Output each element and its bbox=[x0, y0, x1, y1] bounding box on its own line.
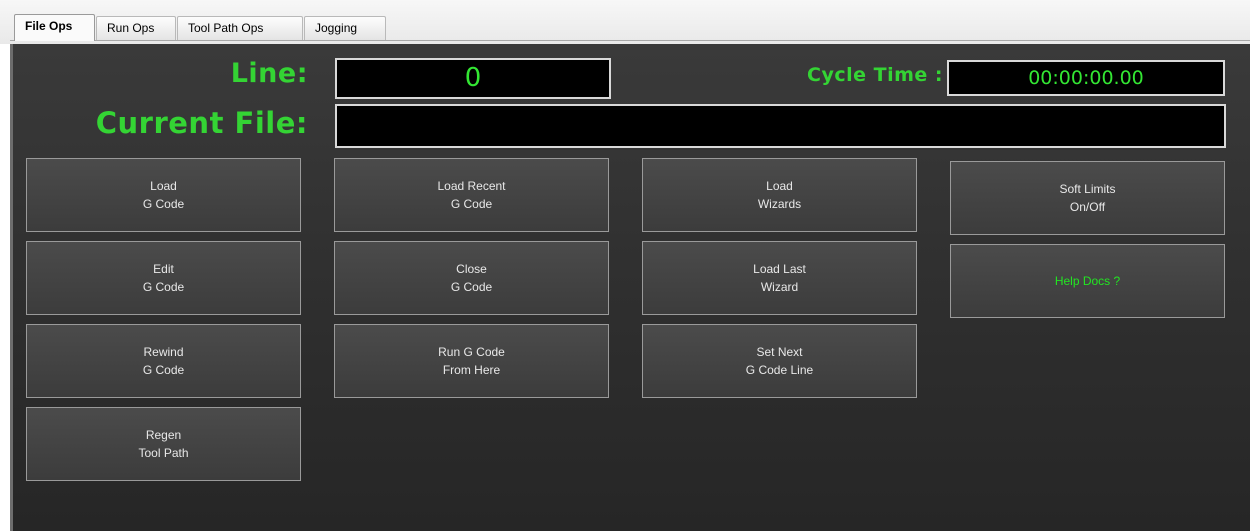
button-label-line2: Wizard bbox=[760, 280, 799, 294]
tab-tool-path-ops[interactable]: Tool Path Ops bbox=[177, 16, 303, 40]
load-gcode-button[interactable]: Load G Code bbox=[26, 158, 301, 232]
set-next-gcode-line-button[interactable]: Set Next G Code Line bbox=[642, 324, 917, 398]
close-gcode-button[interactable]: Close G Code bbox=[334, 241, 609, 315]
line-label: Line: bbox=[230, 58, 308, 89]
load-last-wizard-button[interactable]: Load Last Wizard bbox=[642, 241, 917, 315]
tab-jogging[interactable]: Jogging bbox=[304, 16, 386, 40]
button-label-line1: Edit bbox=[153, 262, 174, 276]
button-label-line2: G Code bbox=[142, 280, 185, 294]
line-readout: 0 bbox=[335, 58, 611, 99]
run-gcode-from-here-button[interactable]: Run G Code From Here bbox=[334, 324, 609, 398]
button-label-line1: Help Docs ? bbox=[1054, 274, 1121, 288]
regen-toolpath-button[interactable]: Regen Tool Path bbox=[26, 407, 301, 481]
button-label-line1: Rewind bbox=[143, 345, 184, 359]
button-label-line1: Set Next bbox=[756, 345, 803, 359]
button-label-line2: Wizards bbox=[757, 197, 802, 211]
current-file-label: Current File: bbox=[95, 106, 308, 140]
button-label-line1: Load Recent bbox=[437, 179, 506, 193]
button-label-line1: Close bbox=[456, 262, 487, 276]
button-label-line1: Load Last bbox=[753, 262, 806, 276]
button-label-line1: Regen bbox=[145, 428, 182, 442]
load-recent-gcode-button[interactable]: Load Recent G Code bbox=[334, 158, 609, 232]
button-label-line2: From Here bbox=[442, 363, 501, 377]
cycle-time-readout: 00:00:00.00 bbox=[947, 60, 1225, 96]
soft-limits-toggle-button[interactable]: Soft Limits On/Off bbox=[950, 161, 1225, 235]
button-label-line1: Load bbox=[766, 179, 793, 193]
cycle-time-label: Cycle Time : bbox=[807, 64, 943, 86]
button-label-line2: G Code bbox=[450, 280, 493, 294]
button-label-line2: G Code bbox=[142, 363, 185, 377]
tab-bar: File Ops Run Ops Tool Path Ops Jogging bbox=[0, 0, 1250, 44]
load-wizards-button[interactable]: Load Wizards bbox=[642, 158, 917, 232]
help-docs-button[interactable]: Help Docs ? bbox=[950, 244, 1225, 318]
button-label-line2: G Code bbox=[450, 197, 493, 211]
button-label-line2: Tool Path bbox=[138, 446, 189, 460]
tab-run-ops[interactable]: Run Ops bbox=[96, 16, 176, 40]
current-file-readout bbox=[335, 104, 1226, 148]
button-label-line1: Load bbox=[150, 179, 177, 193]
edit-gcode-button[interactable]: Edit G Code bbox=[26, 241, 301, 315]
rewind-gcode-button[interactable]: Rewind G Code bbox=[26, 324, 301, 398]
button-label-line2: G Code Line bbox=[745, 363, 814, 377]
button-label-line1: Soft Limits bbox=[1059, 182, 1116, 196]
tab-file-ops[interactable]: File Ops bbox=[14, 14, 95, 41]
file-ops-panel: Line: 0 Cycle Time : 00:00:00.00 Current… bbox=[10, 44, 1250, 531]
button-label-line2: G Code bbox=[142, 197, 185, 211]
button-label-line1: Run G Code bbox=[438, 345, 505, 359]
button-label-line2: On/Off bbox=[1069, 200, 1106, 214]
